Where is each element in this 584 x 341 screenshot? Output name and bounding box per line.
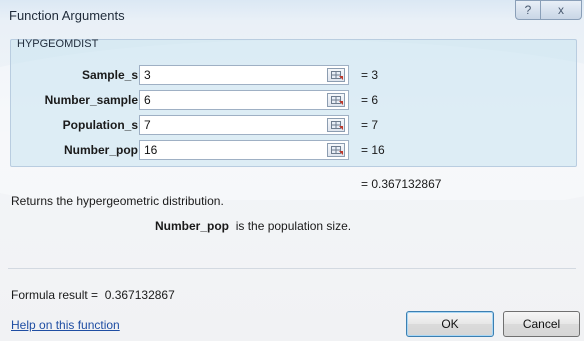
argument-label: Population_s <box>62 118 138 132</box>
title-bar: Function Arguments ? x <box>0 0 584 32</box>
sample-s-input[interactable] <box>139 65 349 85</box>
argument-label: Number_pop <box>63 143 138 157</box>
argument-evaluated: = 16 <box>361 143 385 157</box>
ok-button[interactable]: OK <box>406 311 494 337</box>
range-select-icon[interactable] <box>327 68 345 82</box>
formula-result-value: 0.367132867 <box>104 288 175 302</box>
parameter-help: Number_pop is the population size. <box>155 219 351 233</box>
argument-evaluated: = 7 <box>361 118 379 132</box>
number-pop-input[interactable] <box>139 140 349 160</box>
function-name: HYPGEOMDIST <box>17 38 99 50</box>
help-button[interactable]: ? <box>515 0 541 20</box>
formula-result-label: Formula result = <box>11 288 99 302</box>
argument-evaluated: = 6 <box>361 93 379 107</box>
argument-row-number-sample: Number_sample = 6 <box>0 90 584 112</box>
dialog-title: Function Arguments <box>9 8 125 23</box>
range-select-icon[interactable] <box>327 143 345 157</box>
argument-label: Number_sample <box>44 93 138 107</box>
parameter-help-text: is the population size. <box>235 219 352 233</box>
argument-evaluated: = 3 <box>361 68 379 82</box>
function-result-preview: = 0.367132867 <box>361 177 442 191</box>
argument-row-number-pop: Number_pop = 16 <box>0 140 584 162</box>
function-arguments-dialog: Function Arguments ? x HYPGEOMDIST Sampl… <box>0 0 584 341</box>
parameter-name: Number_pop <box>155 219 230 233</box>
range-select-icon[interactable] <box>327 93 345 107</box>
function-description: Returns the hypergeometric distribution. <box>11 194 224 208</box>
formula-result: Formula result = 0.367132867 <box>11 288 175 302</box>
help-on-function-link[interactable]: Help on this function <box>11 318 120 332</box>
argument-label: Sample_s <box>81 68 138 82</box>
argument-row-population-s: Population_s = 7 <box>0 115 584 137</box>
number-sample-input[interactable] <box>139 90 349 110</box>
close-button[interactable]: x <box>540 0 582 20</box>
divider <box>8 268 576 269</box>
argument-row-sample-s: Sample_s = 3 <box>0 65 584 87</box>
population-s-input[interactable] <box>139 115 349 135</box>
range-select-icon[interactable] <box>327 118 345 132</box>
cancel-button[interactable]: Cancel <box>503 311 580 337</box>
